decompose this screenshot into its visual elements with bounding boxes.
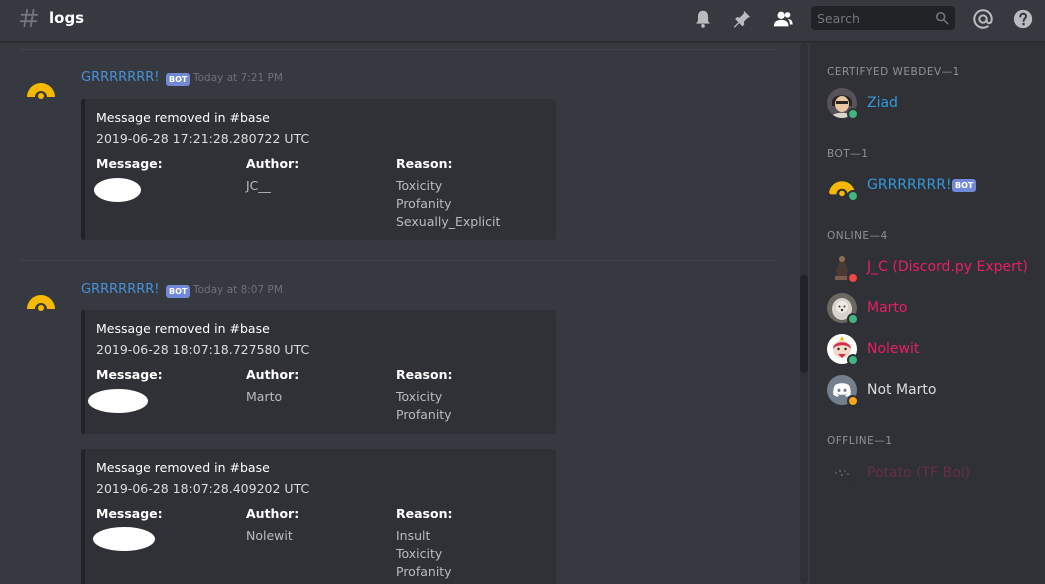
channel-header: logs <box>0 0 1045 42</box>
bot-tag: BOT <box>166 285 191 298</box>
field-reason-values: Toxicity Profanity Sexually_Explicit <box>396 178 501 229</box>
embed-card: Message removed in #base 2019-06-28 18:0… <box>81 310 556 434</box>
bot-avatar[interactable] <box>25 71 57 103</box>
dotted-avatar-icon <box>827 458 857 488</box>
member-avatar <box>827 458 857 488</box>
member-name: Marto <box>867 300 908 316</box>
member-item[interactable]: Not Marto <box>827 375 1042 409</box>
field-reason-label: Reason: <box>396 367 453 382</box>
bell-icon[interactable] <box>692 8 714 30</box>
field-author-value: JC__ <box>246 178 271 193</box>
message-divider <box>20 260 776 261</box>
embed-datetime: 2019-06-28 18:07:28.409202 UTC <box>96 481 310 496</box>
status-online-indicator <box>847 190 859 202</box>
message-author[interactable]: GRRRRRRR! <box>81 282 160 297</box>
member-group-header: OFFLINE—1 <box>827 435 893 447</box>
status-online-indicator <box>847 108 859 120</box>
embed-datetime: 2019-06-28 17:21:28.280722 UTC <box>96 131 310 146</box>
field-message-label: Message: <box>96 506 163 521</box>
redacted-message-blob <box>93 527 155 551</box>
field-author-label: Author: <box>246 367 300 382</box>
member-name: GRRRRRRR! <box>867 177 952 193</box>
status-dnd-indicator <box>847 272 859 284</box>
channel-name: logs <box>49 9 85 27</box>
status-idle-indicator <box>847 395 859 407</box>
bot-tag: BOT <box>952 179 977 192</box>
member-name: Potato (TF Boi) <box>867 465 971 481</box>
mention-icon[interactable] <box>972 8 994 30</box>
member-group-header: BOT—1 <box>827 148 869 160</box>
redacted-message-blob <box>88 389 148 413</box>
field-message-label: Message: <box>96 156 163 171</box>
field-author-value: Nolewit <box>246 528 293 543</box>
field-author-label: Author: <box>246 506 300 521</box>
field-reason-label: Reason: <box>396 506 453 521</box>
member-item[interactable]: Marto <box>827 293 1042 327</box>
embed-title: Message removed in #base <box>96 321 270 336</box>
message-author[interactable]: GRRRRRRR! <box>81 70 160 85</box>
bot-avatar[interactable] <box>25 283 57 315</box>
member-name: Not Marto <box>867 382 937 398</box>
embed-card: Message removed in #base 2019-06-28 17:2… <box>81 99 556 240</box>
message-list: GRRRRRRR! BOT Today at 7:21 PM Message r… <box>0 43 798 584</box>
message-divider <box>20 49 776 50</box>
scrollbar-thumb[interactable] <box>800 275 808 373</box>
member-name: Nolewit <box>867 341 920 357</box>
embed-datetime: 2019-06-28 18:07:18.727580 UTC <box>96 342 310 357</box>
search-input[interactable] <box>811 6 929 30</box>
bot-avatar-icon <box>27 295 55 311</box>
embed-card: Message removed in #base 2019-06-28 18:0… <box>81 449 556 584</box>
member-group-header: ONLINE—4 <box>827 230 888 242</box>
magnifier-icon <box>935 11 949 25</box>
member-name: J_C (Discord.py Expert) <box>867 259 1028 275</box>
message-timestamp: Today at 8:07 PM <box>193 284 283 296</box>
message-group: GRRRRRRR! BOT Today at 8:07 PM Message r… <box>0 275 790 584</box>
hash-icon <box>19 8 39 28</box>
field-author-value: Marto <box>246 389 283 404</box>
bot-tag: BOT <box>166 73 191 86</box>
member-item[interactable]: Nolewit <box>827 334 1042 368</box>
help-icon[interactable] <box>1012 8 1034 30</box>
field-reason-values: Toxicity Profanity <box>396 389 452 422</box>
embed-title: Message removed in #base <box>96 460 270 475</box>
field-reason-values: Insult Toxicity Profanity <box>396 528 452 579</box>
member-name: Ziad <box>867 95 898 111</box>
pin-icon[interactable] <box>731 8 753 30</box>
member-item[interactable]: Ziad <box>827 88 1042 122</box>
message-group: GRRRRRRR! BOT Today at 7:21 PM Message r… <box>0 63 790 263</box>
discord-window: logs Search GRRRRRRR! BOT Today at 7:21 … <box>0 0 1045 584</box>
member-item[interactable]: GRRRRRRR! BOT <box>827 170 1042 204</box>
field-message-label: Message: <box>96 367 163 382</box>
message-timestamp: Today at 7:21 PM <box>193 72 283 84</box>
member-group-header: CERTIFYED WEBDEV—1 <box>827 66 960 78</box>
member-item[interactable]: J_C (Discord.py Expert) <box>827 252 1042 286</box>
field-reason-label: Reason: <box>396 156 453 171</box>
member-item[interactable]: Potato (TF Boi) <box>827 458 1042 492</box>
bot-avatar-icon <box>27 83 55 99</box>
status-online-indicator <box>847 313 859 325</box>
status-online-indicator <box>847 354 859 366</box>
field-author-label: Author: <box>246 156 300 171</box>
search-box[interactable] <box>811 6 955 30</box>
embed-title: Message removed in #base <box>96 110 270 125</box>
member-list: CERTIFYED WEBDEV—1 Ziad BOT—1 GRRRRRRR! … <box>810 43 1045 584</box>
members-list-icon[interactable] <box>772 8 794 30</box>
redacted-message-blob <box>94 178 141 202</box>
